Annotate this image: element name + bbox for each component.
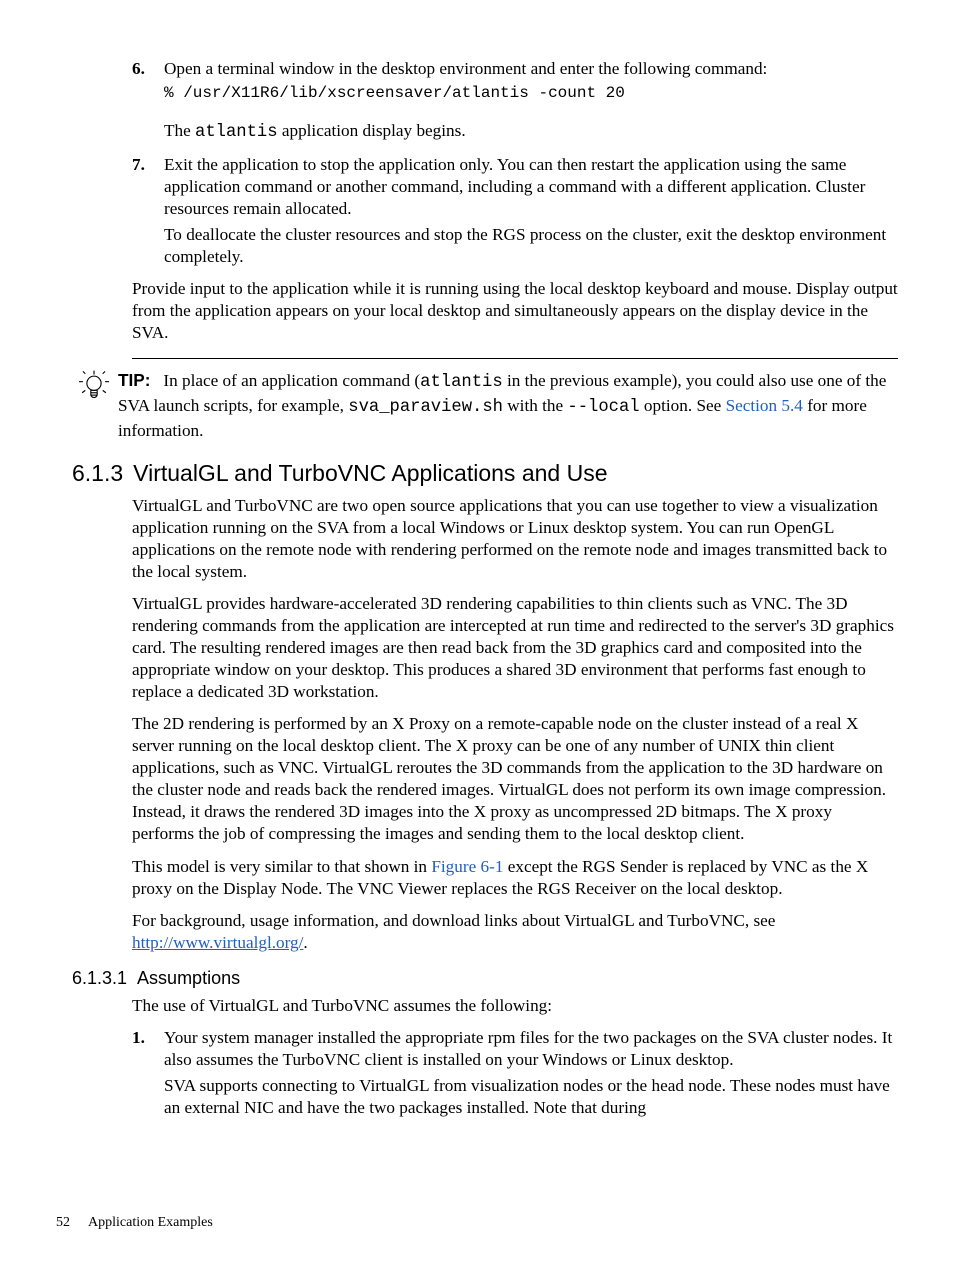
text: The bbox=[164, 121, 195, 140]
step-7-sub: To deallocate the cluster resources and … bbox=[164, 224, 898, 268]
p-613-1: VirtualGL and TurboVNC are two open sour… bbox=[132, 495, 898, 583]
lightbulb-icon bbox=[72, 369, 118, 407]
assumption-1-sub: SVA supports connecting to VirtualGL fro… bbox=[164, 1075, 898, 1119]
sectitle: VirtualGL and TurboVNC Applications and … bbox=[133, 460, 607, 486]
tip-label: TIP: bbox=[118, 370, 150, 390]
secnum: 6.1.3 bbox=[72, 460, 123, 486]
text: application display begins. bbox=[278, 121, 466, 140]
text: with the bbox=[503, 396, 567, 415]
tip-body: TIP: In place of an application command … bbox=[118, 369, 898, 442]
post-steps-para: Provide input to the application while i… bbox=[132, 278, 898, 344]
tip-divider bbox=[132, 358, 898, 359]
heading-6-1-3: 6.1.3 VirtualGL and TurboVNC Applications… bbox=[72, 460, 898, 487]
p-613-3: The 2D rendering is performed by an X Pr… bbox=[132, 713, 898, 845]
link-figure-6-1[interactable]: Figure 6-1 bbox=[431, 857, 503, 876]
step-6-code: % /usr/X11R6/lib/xscreensaver/atlantis -… bbox=[164, 84, 898, 102]
sectitle: Assumptions bbox=[137, 968, 240, 988]
link-virtualgl[interactable]: http://www.virtualgl.org/ bbox=[132, 933, 303, 952]
inline-code: --local bbox=[567, 398, 639, 417]
text: option. See bbox=[640, 396, 726, 415]
assumption-1-num: 1. bbox=[132, 1027, 164, 1071]
heading-6-1-3-1: 6.1.3.1 Assumptions bbox=[72, 968, 898, 989]
step-7-text: Exit the application to stop the applica… bbox=[164, 154, 898, 220]
text: . bbox=[303, 933, 307, 952]
inline-code: sva_paraview.sh bbox=[348, 398, 503, 417]
p-613-2: VirtualGL provides hardware-accelerated … bbox=[132, 593, 898, 703]
step-7-num: 7. bbox=[132, 154, 164, 220]
inline-code: atlantis bbox=[420, 373, 503, 392]
text: This model is very similar to that shown… bbox=[132, 857, 431, 876]
step-7: 7. Exit the application to stop the appl… bbox=[132, 154, 898, 220]
assumption-1-text: Your system manager installed the approp… bbox=[164, 1027, 898, 1071]
page-footer: 52 Application Examples bbox=[56, 1215, 213, 1231]
footer-section: Application Examples bbox=[88, 1215, 213, 1230]
text: For background, usage information, and d… bbox=[132, 911, 775, 930]
p-6131-intro: The use of VirtualGL and TurboVNC assume… bbox=[132, 995, 898, 1017]
page-number: 52 bbox=[56, 1215, 70, 1230]
p-613-4: This model is very similar to that shown… bbox=[132, 856, 898, 900]
assumption-1: 1. Your system manager installed the app… bbox=[132, 1027, 898, 1071]
tip-block: TIP: In place of an application command … bbox=[72, 369, 898, 442]
step-6-after: The atlantis application display begins. bbox=[164, 120, 898, 144]
p-613-5: For background, usage information, and d… bbox=[132, 910, 898, 954]
inline-code-atlantis: atlantis bbox=[195, 123, 278, 142]
step-6: 6. Open a terminal window in the desktop… bbox=[132, 58, 898, 80]
text: In place of an application command ( bbox=[163, 371, 420, 390]
step-6-text: Open a terminal window in the desktop en… bbox=[164, 58, 898, 80]
secnum: 6.1.3.1 bbox=[72, 968, 127, 988]
step-6-num: 6. bbox=[132, 58, 164, 80]
link-section-5-4[interactable]: Section 5.4 bbox=[726, 396, 803, 415]
